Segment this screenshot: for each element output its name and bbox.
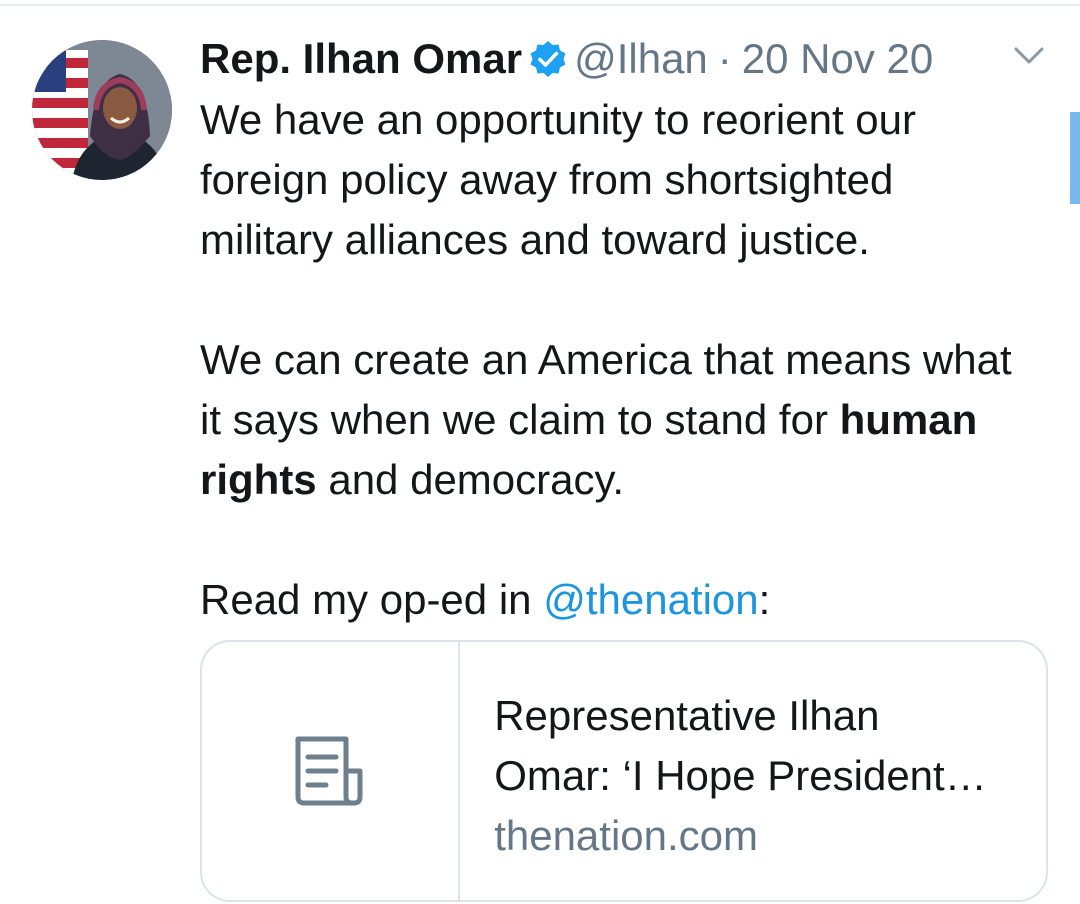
document-icon — [295, 736, 363, 806]
tweet-header: Rep. Ilhan Omar @Ilhan · 20 Nov 20 — [200, 30, 1030, 88]
mention-link[interactable]: @thenation — [543, 576, 758, 623]
avatar[interactable] — [32, 40, 172, 180]
op-ed-suffix: : — [758, 576, 771, 623]
card-title-line-2: Omar: ‘I Hope President… — [494, 752, 987, 799]
verified-badge-icon — [528, 39, 568, 79]
tweet-paragraph-1: We have an opportunity to reorient our f… — [200, 96, 916, 263]
tweet-paragraph-2: We can create an America that means what… — [200, 330, 1030, 510]
card-thumbnail — [202, 642, 461, 900]
avatar-photo — [32, 40, 172, 180]
tweet-timestamp[interactable]: 20 Nov 20 — [742, 35, 933, 83]
tweet-body: We have an opportunity to reorient our f… — [200, 90, 1030, 630]
card-title-line-1: Representative Ilhan — [494, 692, 880, 739]
op-ed-prefix: Read my op-ed in — [200, 576, 532, 623]
scroll-indicator[interactable] — [1070, 112, 1080, 204]
header-separator: · — [717, 35, 732, 82]
chevron-down-icon[interactable] — [1013, 44, 1045, 68]
card-domain: thenation.com — [494, 812, 759, 859]
tweet: Rep. Ilhan Omar @Ilhan · 20 Nov 20 We ha… — [200, 30, 1044, 630]
tweet-paragraph-3: Read my op-ed in @thenation: — [200, 570, 1030, 630]
link-preview-card[interactable]: Representative Ilhan Omar: ‘I Hope Presi… — [200, 640, 1048, 902]
author-name[interactable]: Rep. Ilhan Omar — [200, 35, 522, 83]
card-text: Representative Ilhan Omar: ‘I Hope Presi… — [460, 642, 1046, 900]
paragraph-2-end: and democracy. — [328, 456, 625, 503]
author-handle[interactable]: @Ilhan — [574, 35, 708, 83]
top-divider — [0, 0, 1080, 6]
